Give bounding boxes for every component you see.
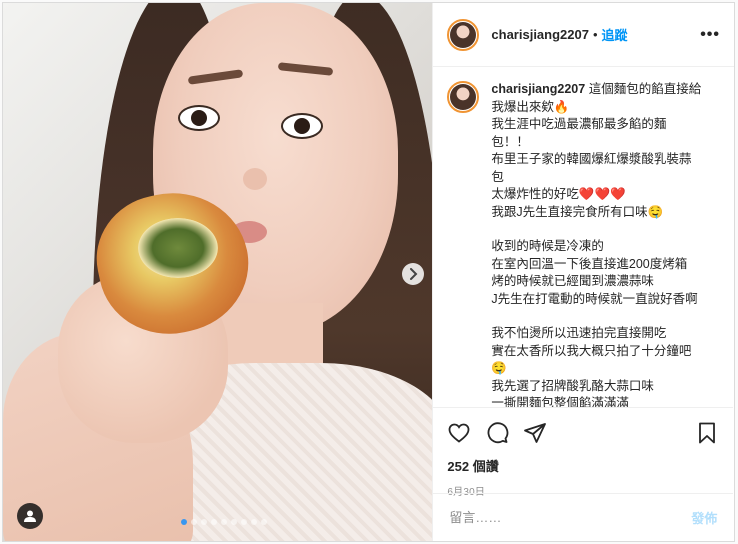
caption-username[interactable]: charisjiang2207 (491, 82, 585, 96)
caption-line: 包！！ (491, 134, 529, 149)
post-photo[interactable] (3, 3, 433, 541)
caption-body: charisjiang2207 這個麵包的餡直接給我爆出來欸🔥 我生涯中吃過最濃郁… (491, 81, 719, 407)
caption-line: 布里王子家的韓國爆紅爆漿酸乳裝蒜 (491, 152, 692, 166)
carousel-dot (241, 519, 247, 525)
action-icons (447, 420, 719, 446)
share-icon[interactable] (523, 421, 547, 445)
avatar-image (450, 21, 477, 48)
caption-line: 我不怕燙所以迅速拍完直接開吃 (491, 326, 667, 340)
caption-avatar[interactable] (447, 81, 480, 113)
separator: • (592, 27, 598, 42)
photo-bread-filling (138, 218, 218, 278)
more-options-icon[interactable]: ••• (700, 26, 720, 44)
post-header: charisjiang2207 • 追蹤 ••• (433, 3, 734, 67)
photo-eye (178, 105, 220, 131)
photo-nose (243, 168, 267, 190)
carousel-dot (201, 519, 207, 525)
caption-line (491, 308, 719, 325)
bookmark-icon[interactable] (695, 421, 719, 445)
carousel-dot (181, 519, 187, 525)
carousel-dot (191, 519, 197, 525)
caption-line: 我生涯中吃過最濃郁最多餡的麵 (491, 117, 667, 131)
carousel-dot (221, 519, 227, 525)
caption-line: 收到的時候是冷凍的 (491, 239, 604, 253)
caption-line: 🤤 (491, 361, 507, 375)
caption-line: 我先選了招牌酸乳酪大蒜口味 (491, 378, 654, 393)
caption-line: 我跟J先生直接完食所有口味🤤 (491, 204, 664, 219)
follow-button[interactable]: 追蹤 (602, 25, 628, 44)
comment-input[interactable] (449, 510, 692, 525)
carousel-dot (261, 519, 267, 525)
caption-line: 實在太香所以我大概只拍了十分鐘吧 (491, 343, 692, 358)
caption-line: 在室內回溫一下後直接進200度烤箱 (491, 256, 688, 271)
caption-line: 太爆炸性的好吃❤️❤️❤️ (491, 187, 626, 201)
heart-icon[interactable] (447, 421, 471, 445)
like-count[interactable]: 252 個讚 (447, 456, 719, 475)
avatar-image (450, 84, 477, 110)
caption-line: 我爆出來欸🔥 (491, 99, 570, 114)
caption-line (491, 221, 719, 238)
header-username[interactable]: charisjiang2207 (491, 27, 589, 42)
side-panel: charisjiang2207 • 追蹤 ••• charisjiang2207… (432, 3, 734, 541)
post-comment-button[interactable]: 發佈 (691, 508, 717, 527)
carousel-dot (251, 519, 257, 525)
photo-eye (281, 113, 323, 139)
carousel-dot (211, 519, 217, 525)
comment-icon[interactable] (485, 421, 509, 445)
post-actions: 252 個讚 6月30日 (433, 407, 734, 498)
comment-box: 發佈 (433, 493, 734, 541)
caption-line: 一撕開麵包整個餡滿滿滿 (491, 396, 629, 407)
caption-line: J先生在打電動的時候就一直說好香啊 (491, 291, 698, 306)
carousel-indicator (181, 519, 267, 525)
caption: charisjiang2207 這個麵包的餡直接給我爆出來欸🔥 我生涯中吃過最濃郁… (433, 67, 733, 407)
user-tag-icon[interactable] (17, 503, 43, 529)
caption-line: 包 (491, 169, 504, 184)
carousel-dot (231, 519, 237, 525)
caption-line: 烤的時候就已經聞到濃濃蒜味 (491, 274, 654, 288)
avatar[interactable] (447, 18, 480, 51)
caption-line: 這個麵包的餡直接給 (588, 82, 702, 96)
post-container: charisjiang2207 • 追蹤 ••• charisjiang2207… (2, 2, 735, 542)
